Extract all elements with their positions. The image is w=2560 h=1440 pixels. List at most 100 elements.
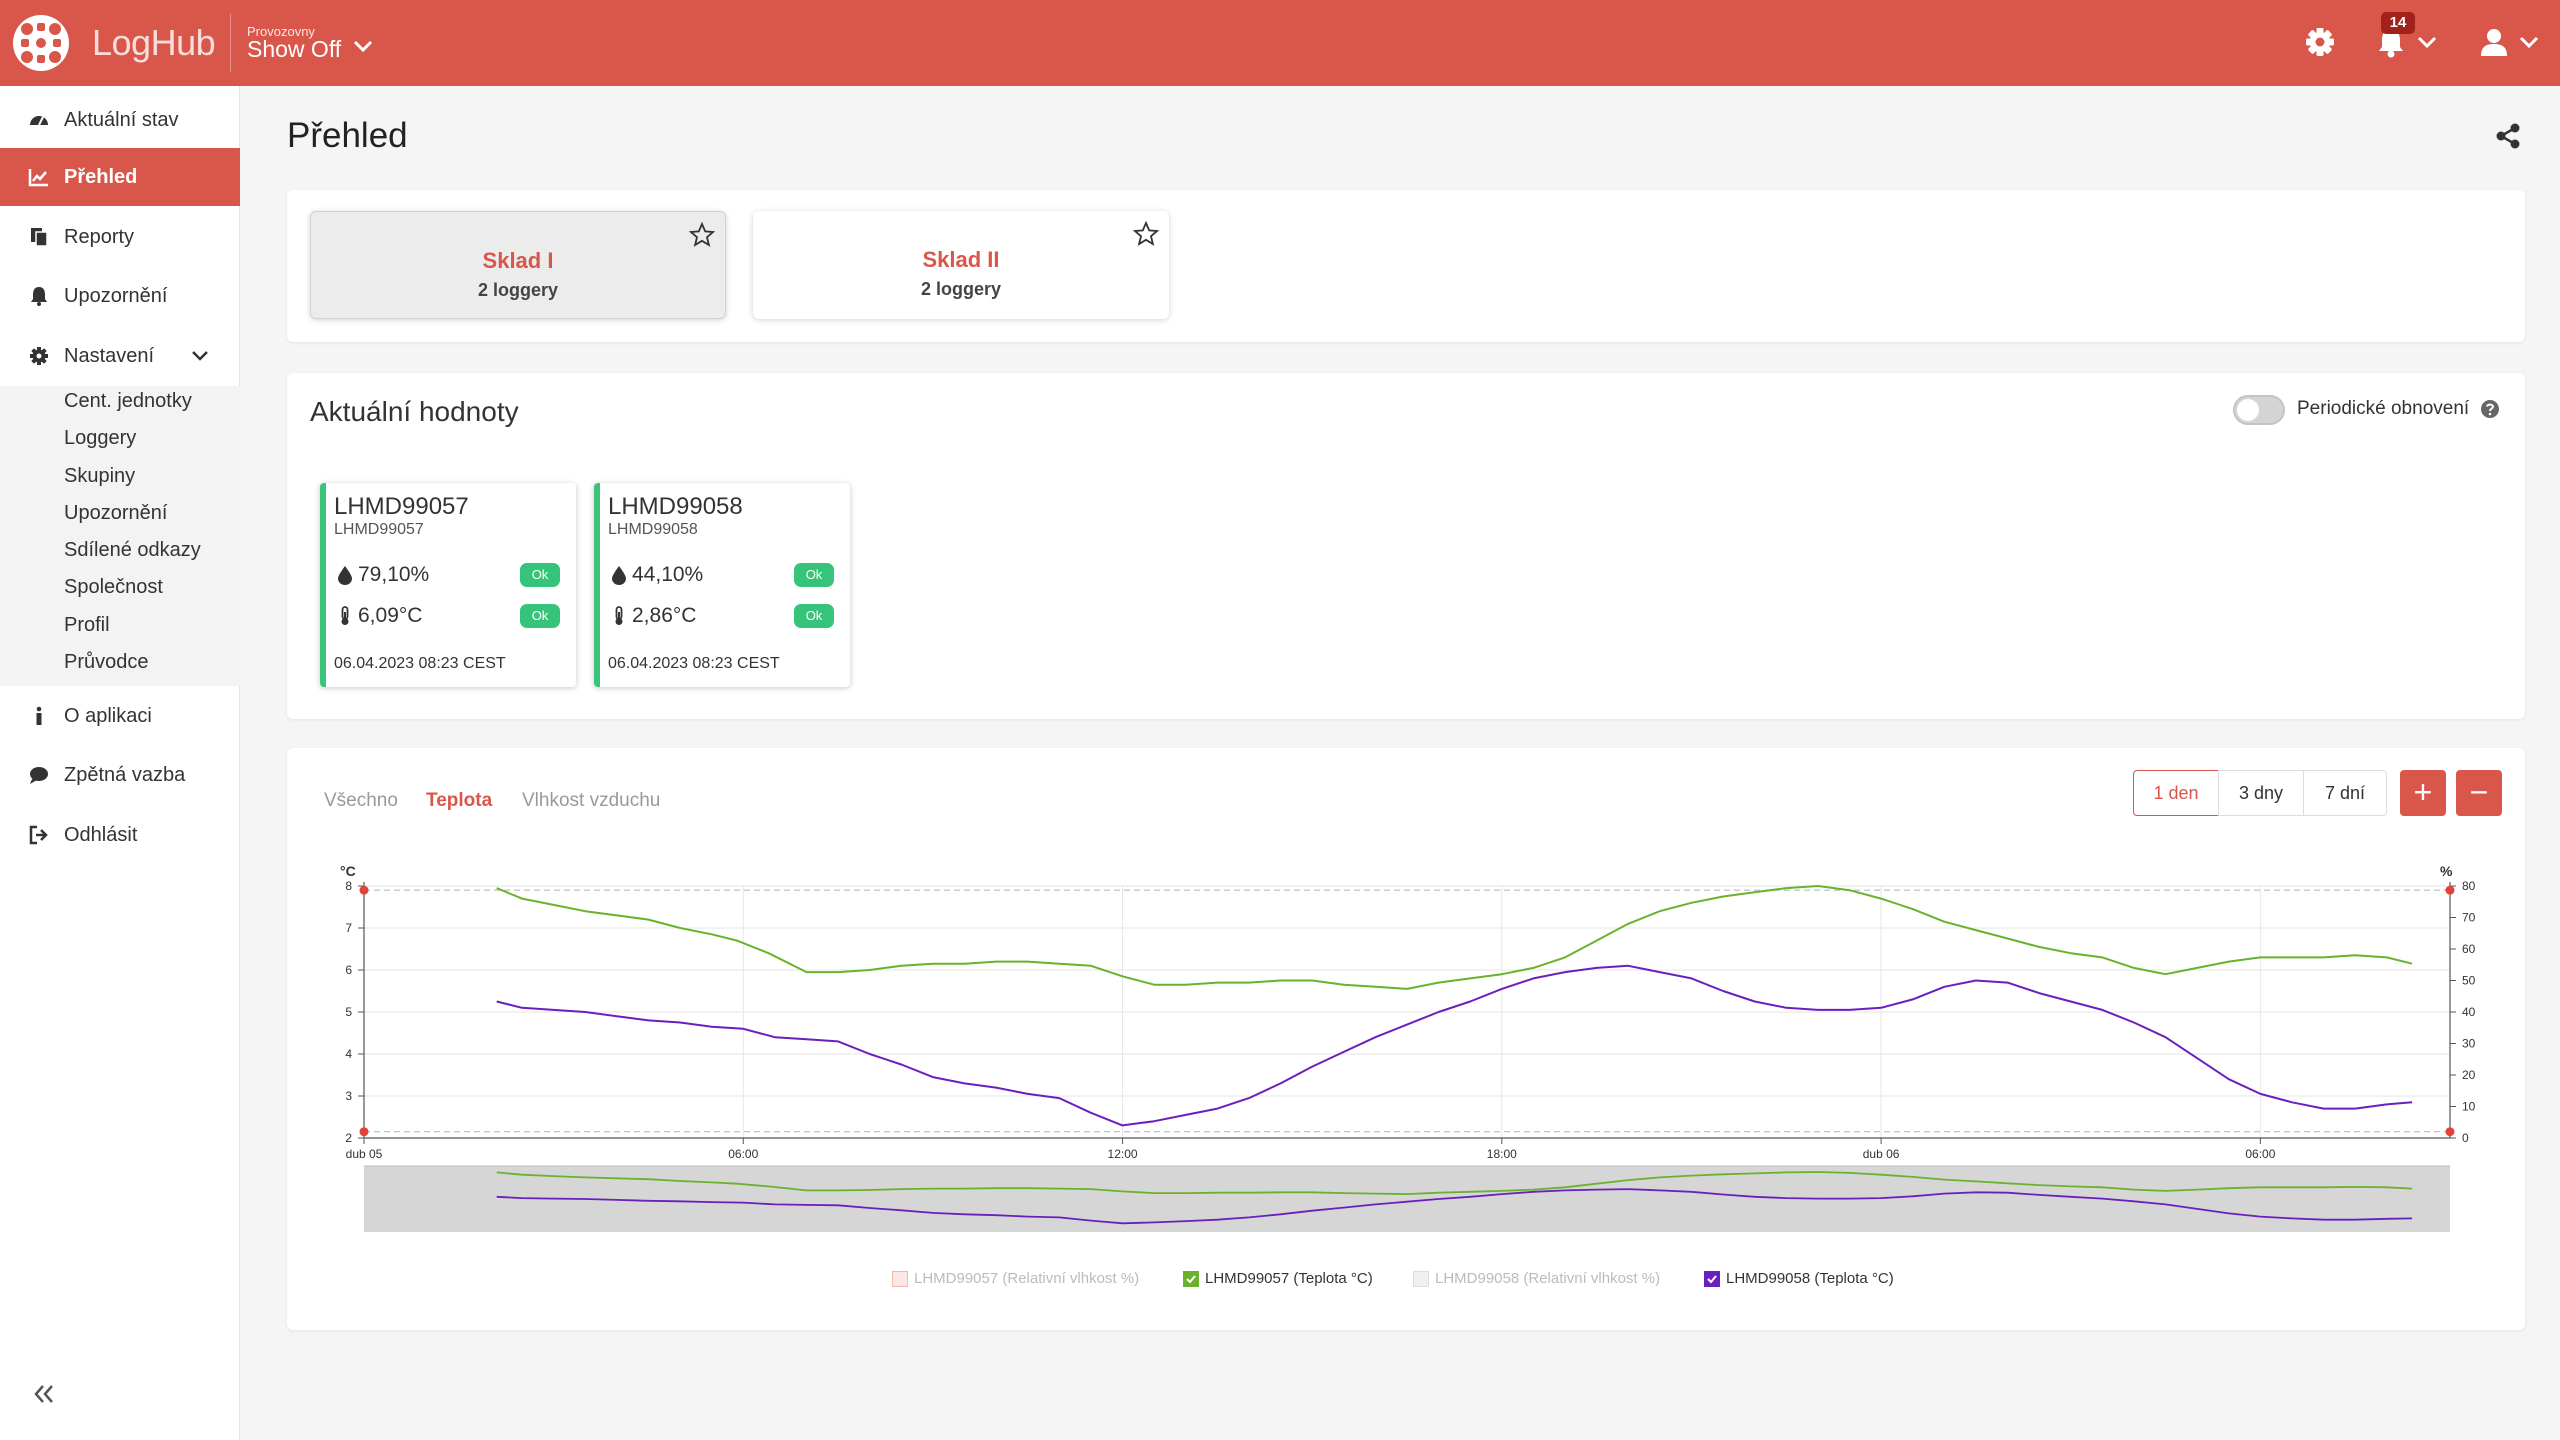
group-tile-sklad-i[interactable]: Sklad I 2 loggery [310, 211, 726, 319]
brand-name[interactable]: LogHub [92, 22, 216, 64]
temperature-row: 2,86°C Ok [608, 602, 840, 630]
submenu-item-skupiny[interactable]: Skupiny [64, 465, 135, 488]
chevron-down-icon[interactable] [190, 346, 210, 366]
user-icon[interactable] [2476, 24, 2512, 60]
y-right-tick-label: 50 [2462, 974, 2476, 988]
y-left-tick-label: 3 [345, 1089, 352, 1103]
submenu-item-profil[interactable]: Profil [64, 614, 110, 637]
toggle-knob [2237, 399, 2259, 421]
periodic-refresh-toggle[interactable] [2233, 395, 2285, 425]
chevron-down-icon[interactable] [352, 38, 374, 54]
y-left-tick-label: 8 [345, 879, 352, 893]
group-name: Sklad II [922, 247, 1000, 272]
y-right-tick-label: 20 [2462, 1068, 2476, 1082]
submenu-item-loggery[interactable]: Loggery [64, 427, 136, 450]
star-icon[interactable] [689, 222, 715, 248]
group-logger-count: 2 loggery [477, 280, 559, 300]
sidebar-item-aktualni-stav[interactable]: Aktuální stav [0, 91, 240, 149]
sidebar-item-o-aplikaci[interactable]: O aplikaci [0, 687, 240, 745]
files-icon [31, 228, 48, 247]
legend-item-lhmd99058-temperature[interactable]: LHMD99058 (Teplota °C) [1704, 1270, 1894, 1287]
y-right-tick-label: 60 [2462, 942, 2476, 956]
zoom-out-button[interactable]: − [2456, 770, 2502, 816]
loghub-logo-icon[interactable] [12, 14, 70, 72]
legend-item-lhmd99057-humidity[interactable]: LHMD99057 (Relativní vlhkost %) [892, 1270, 1139, 1287]
share-icon[interactable] [2494, 122, 2522, 150]
topbar-divider [230, 14, 231, 72]
logger-card-lhmd99058[interactable]: LHMD99058 LHMD99058 44,10% Ok 2,86°C Ok … [594, 483, 850, 687]
chart-grid [363, 885, 2450, 1139]
temperature-chart[interactable]: 234567801020304050607080dub 05 06:00 12:00… [300, 850, 2480, 1240]
submenu-item-spolecnost[interactable]: Společnost [64, 576, 163, 599]
y-right-tick-label: 80 [2462, 879, 2476, 893]
range-1-day-button[interactable]: 1 den [2133, 770, 2219, 816]
tab-vsechno[interactable]: Všechno [324, 790, 398, 812]
sidebar-item-prehled[interactable]: Přehled [0, 148, 240, 206]
legend-checkbox[interactable] [892, 1270, 908, 1287]
logger-name: LHMD99058 [608, 493, 743, 520]
logger-card-lhmd99057[interactable]: LHMD99057 LHMD99057 79,10% Ok 6,09°C Ok … [320, 483, 576, 687]
legend-item-lhmd99057-temperature[interactable]: LHMD99057 (Teplota °C) [1183, 1270, 1373, 1287]
y-right-axis-label: % [2440, 863, 2453, 879]
periodic-refresh-label: Periodické obnovení [2297, 398, 2470, 419]
y-left-tick-label: 7 [345, 921, 352, 935]
y-right-tick-label: 70 [2462, 911, 2476, 925]
star-icon[interactable] [1133, 221, 1159, 247]
humidity-row: 79,10% Ok [334, 561, 566, 589]
range-3-days-button[interactable]: 3 dny [2218, 770, 2304, 816]
chart-navigator[interactable] [364, 1165, 2450, 1232]
logger-id: LHMD99057 [334, 521, 424, 538]
sidebar-item-label: Zpětná vazba [64, 763, 186, 786]
logger-id: LHMD99058 [608, 521, 698, 538]
tab-teplota[interactable]: Teplota [426, 790, 492, 812]
submenu-item-sdilene-odkazy[interactable]: Sdílené odkazy [64, 539, 201, 562]
collapse-sidebar-icon[interactable] [30, 1380, 58, 1408]
y-right-tick-label: 0 [2462, 1131, 2469, 1145]
sidebar-item-upozorneni[interactable]: Upozornění [0, 267, 240, 325]
status-badge: Ok [794, 563, 834, 587]
gear-icon [30, 347, 48, 365]
y-left-axis-label: °C [340, 863, 356, 879]
question-circle-icon[interactable] [2480, 399, 2500, 419]
legend-checkbox[interactable] [1704, 1270, 1720, 1287]
chevron-down-icon[interactable] [2416, 34, 2438, 50]
submenu-item-upozorneni[interactable]: Upozornění [64, 502, 167, 525]
sidebar-item-label: Upozornění [64, 284, 168, 307]
chevron-down-icon[interactable] [2518, 34, 2540, 50]
legend-item-lhmd99058-humidity[interactable]: LHMD99058 (Relativní vlhkost %) [1413, 1270, 1660, 1287]
sidebar-item-label: Aktuální stav [64, 108, 179, 131]
legend-checkbox[interactable] [1413, 1270, 1429, 1287]
section-title-current-values: Aktuální hodnoty [310, 396, 519, 427]
submenu-item-cent-jednotky[interactable]: Cent. jednotky [64, 390, 192, 413]
sidebar-item-label: Nastavení [64, 344, 155, 367]
page-title: Přehled [287, 116, 408, 155]
droplet-icon [338, 566, 352, 585]
logger-name: LHMD99057 [334, 493, 469, 520]
sidebar-item-label: Přehled [64, 165, 138, 188]
x-tick-label: 06:00 [728, 1147, 758, 1161]
sidebar-item-odhlasit[interactable]: Odhlásit [0, 806, 240, 864]
threshold-marker [359, 1127, 369, 1137]
tab-vlhkost-vzduchu[interactable]: Vlhkost vzduchu [522, 790, 660, 812]
sidebar-item-zpetna-vazba[interactable]: Zpětná vazba [0, 746, 240, 804]
sidebar-item-nastaveni[interactable]: Nastavení [0, 327, 240, 385]
navigator-background [364, 1166, 2450, 1232]
y-left-tick-label: 2 [345, 1131, 352, 1145]
gear-icon[interactable] [2302, 24, 2338, 60]
sidebar-item-reporty[interactable]: Reporty [0, 208, 240, 266]
x-tick-label: dub 06 [1863, 1147, 1900, 1161]
notification-count-badge[interactable]: 14 [2381, 12, 2415, 34]
group-tile-sklad-ii[interactable]: Sklad II 2 loggery [753, 211, 1169, 319]
org-selector[interactable]: Show Off [247, 36, 341, 63]
submenu-item-pruvodce[interactable]: Průvodce [64, 651, 149, 674]
range-7-days-button[interactable]: 7 dní [2303, 770, 2387, 816]
status-badge: Ok [520, 563, 560, 587]
series-line-1 [496, 885, 2413, 990]
legend-checkbox[interactable] [1183, 1270, 1199, 1287]
y-left-tick-label: 6 [345, 963, 352, 977]
threshold-marker [2445, 885, 2455, 895]
temperature-value: 2,86°C [632, 604, 697, 627]
group-name: Sklad I [482, 248, 554, 273]
sidebar-item-label: O aplikaci [64, 704, 152, 727]
zoom-in-button[interactable]: + [2400, 770, 2446, 816]
